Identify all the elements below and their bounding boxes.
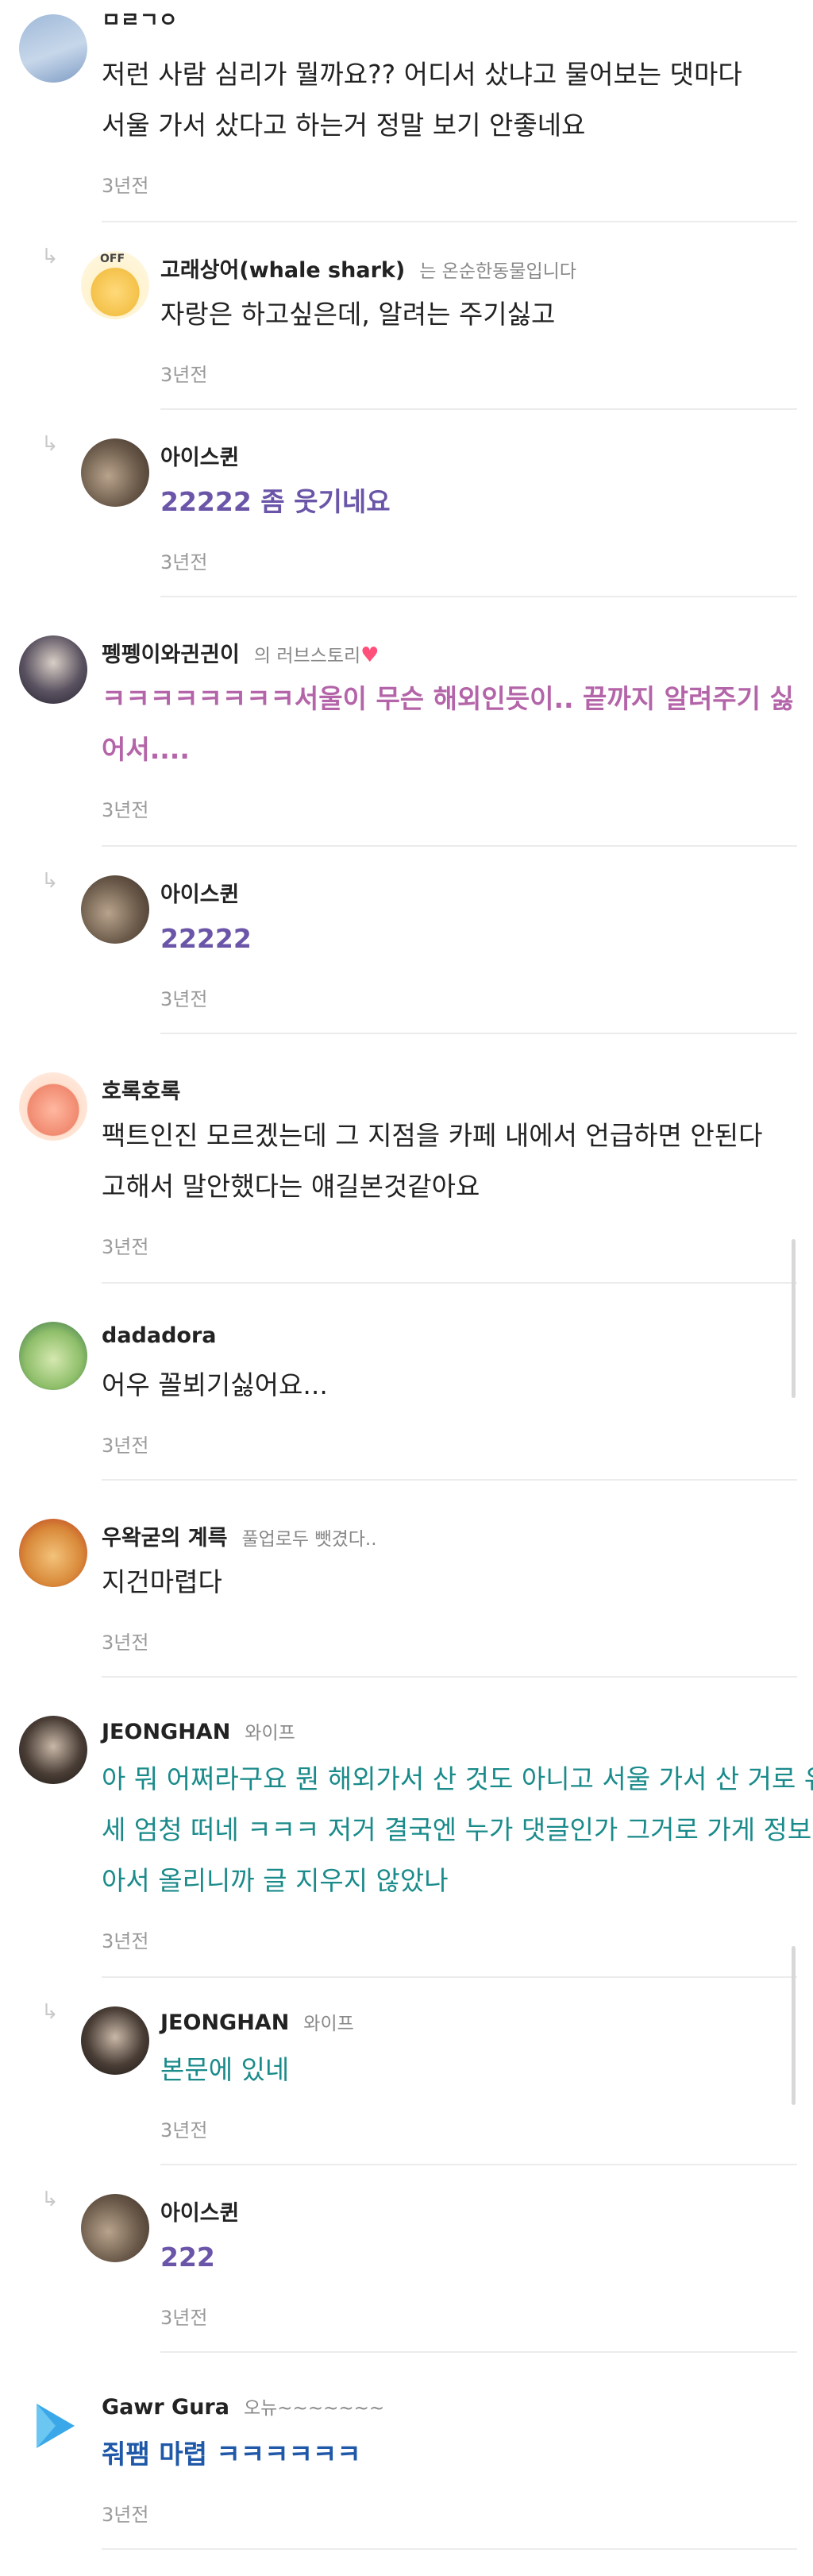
comment-time: 3년전: [160, 988, 208, 1010]
comment-text-line: ㅋㅋㅋㅋㅋㅋㅋㅋ서울이 무슨 해외인듯이.. 끝까지 알려주기 싫: [102, 683, 794, 714]
comment-text-line: 서울 가서 샀다고 하는거 정말 보기 안좋네요: [102, 110, 586, 141]
comment-text-line: 줘팸 마렵 ㅋㅋㅋㅋㅋㅋ: [102, 2439, 361, 2470]
comment-text-line: 어우 꼴뵈기싫어요...: [102, 1369, 328, 1400]
heart-icon: ♥: [360, 643, 380, 667]
comment-time: 3년전: [160, 2307, 208, 2329]
user-avatar[interactable]: 4: [19, 1716, 87, 1784]
nickname-text: JEONGHAN: [102, 1720, 231, 1744]
comment-divider: [160, 2164, 797, 2165]
comment-nickname[interactable]: Gawr Gura 오뉴~~~~~~~: [102, 2393, 384, 2420]
user-avatar[interactable]: 8: [19, 1519, 87, 1587]
nickname-note: 오뉴~~~~~~~: [243, 2398, 385, 2419]
scrollbar[interactable]: [792, 1239, 796, 1398]
comment-divider: [160, 1033, 797, 1034]
user-avatar[interactable]: 2: [19, 2391, 87, 2459]
level-badge: 8: [22, 1322, 30, 1334]
comment-text-line: 팩트인진 모르겠는데 그 지점을 카페 내에서 언급하면 안된다: [102, 1120, 763, 1151]
nickname-text: 펭펭이와긘긘이: [102, 643, 240, 667]
reply-arrow-icon: ↳: [41, 2188, 59, 2211]
comment-divider: [160, 408, 797, 410]
comment-time: 3년전: [102, 799, 149, 821]
comment-nickname[interactable]: 아이스퀸: [160, 877, 239, 908]
nickname-text: Gawr Gura: [102, 2395, 229, 2420]
comment-time: 3년전: [160, 551, 208, 574]
nickname-text: 우왁굳의 계륵: [102, 1526, 228, 1551]
comment-text-line: 본문에 있네: [160, 2054, 290, 2085]
reply-arrow-icon: ↳: [41, 245, 59, 268]
comment-nickname[interactable]: 아이스퀸: [160, 2196, 239, 2226]
nickname-note: 의 러브스토리: [253, 646, 361, 666]
level-badge: 5: [84, 2194, 92, 2207]
level-badge: 7: [22, 14, 30, 27]
comment-divider: [160, 596, 797, 597]
comment-time: 3년전: [102, 1236, 149, 1258]
comment-nickname[interactable]: JEONGHAN 와이프: [160, 2008, 354, 2035]
comment-text-line: 아서 올리니까 글 지우지 않았나: [102, 1865, 449, 1896]
level-badge: 4: [22, 1716, 30, 1728]
scrollbar[interactable]: [792, 1946, 796, 2105]
level-badge: 4: [84, 251, 92, 264]
level-badge: 8: [22, 635, 30, 648]
comment-text-line: 지건마렵다: [102, 1566, 222, 1597]
comment-nickname[interactable]: ㅁㄹㄱㅇ: [102, 13, 178, 29]
comment-text-line: 아 뭐 어쩌라구요 뭔 해외가서 산 것도 아니고 서울 가서 산 거로 유: [102, 1763, 813, 1794]
comment-text-line: 고해서 말안했다는 얘길본것같아요: [102, 1171, 480, 1202]
comment-text-line: 어서....: [102, 734, 190, 765]
comment-nickname[interactable]: 아이스퀸: [160, 440, 239, 471]
comment-text-line: 자랑은 하고싶은데, 알려는 주기싫고: [160, 299, 556, 330]
comment-text-line: 22222 좀 웃기네요: [160, 486, 391, 517]
nickname-text: JEONGHAN: [160, 2010, 290, 2035]
comment-time: 3년전: [102, 2504, 149, 2526]
comment-text-line: 22222: [160, 923, 252, 954]
reply-arrow-icon: ↳: [41, 2000, 59, 2024]
comment-text-line: 저런 사람 심리가 뭘까요?? 어디서 샀냐고 물어보는 댓마다: [102, 59, 742, 90]
nickname-note: 풀업로두 뺏겼다..: [241, 1529, 377, 1550]
reply-arrow-icon: ↳: [41, 432, 59, 456]
comment-time: 3년전: [102, 1435, 149, 1457]
level-badge: 4: [84, 2006, 92, 2019]
user-avatar[interactable]: 7: [19, 14, 87, 83]
comment-nickname[interactable]: 고래상어(whale shark) 는 온순한동물입니다: [160, 253, 576, 284]
comment-time: 3년전: [160, 364, 208, 386]
comment-time: 3년전: [102, 175, 149, 197]
nickname-text: 고래상어(whale shark): [160, 258, 406, 283]
comment-time: 3년전: [160, 2119, 208, 2142]
user-avatar[interactable]: 5: [81, 438, 149, 507]
comment-nickname[interactable]: JEONGHAN 와이프: [102, 1717, 295, 1744]
comment-time: 3년전: [102, 1930, 149, 1952]
user-avatar[interactable]: 4: [81, 2006, 149, 2075]
comment-nickname[interactable]: dadadora: [102, 1323, 217, 1348]
nickname-note: 는 온순한동물입니다: [419, 261, 576, 282]
comment-text-line: 222: [160, 2242, 215, 2273]
comment-nickname[interactable]: 우왁굳의 계륵 풀업로두 뺏겼다..: [102, 1520, 377, 1551]
comment-divider: [102, 221, 797, 222]
user-avatar[interactable]: 8: [19, 1322, 87, 1390]
user-avatar[interactable]: 5: [81, 2194, 149, 2262]
level-badge: 2: [22, 2391, 30, 2404]
level-badge: 5: [84, 438, 92, 451]
comment-divider: [102, 1479, 797, 1481]
comment-divider: [102, 1282, 797, 1284]
comment-nickname[interactable]: 펭펭이와긘긘이 의 러브스토리♥: [102, 637, 379, 668]
user-avatar[interactable]: 4 OFF: [81, 251, 149, 319]
nickname-note: 와이프: [245, 1723, 295, 1744]
level-badge: 5: [84, 875, 92, 888]
level-badge: 8: [22, 1519, 30, 1531]
level-badge: 8: [22, 1072, 30, 1085]
comment-nickname[interactable]: 호록호록: [102, 1074, 180, 1105]
user-avatar[interactable]: 8: [19, 1072, 87, 1141]
comment-divider: [102, 2548, 797, 2550]
comment-divider: [102, 1676, 797, 1678]
user-avatar[interactable]: 8: [19, 635, 87, 704]
user-avatar[interactable]: 5: [81, 875, 149, 944]
comment-text-line: 세 엄청 떠네 ㅋㅋㅋ 저거 결국엔 누가 댓글인가 그거로 가게 정보 찾: [102, 1814, 813, 1845]
comment-divider: [160, 2351, 797, 2353]
off-badge: OFF: [100, 253, 125, 265]
comment-time: 3년전: [102, 1632, 149, 1654]
reply-arrow-icon: ↳: [41, 869, 59, 893]
comment-divider: [102, 1976, 797, 1978]
nickname-note: 와이프: [303, 2014, 354, 2034]
comment-divider: [102, 845, 797, 847]
